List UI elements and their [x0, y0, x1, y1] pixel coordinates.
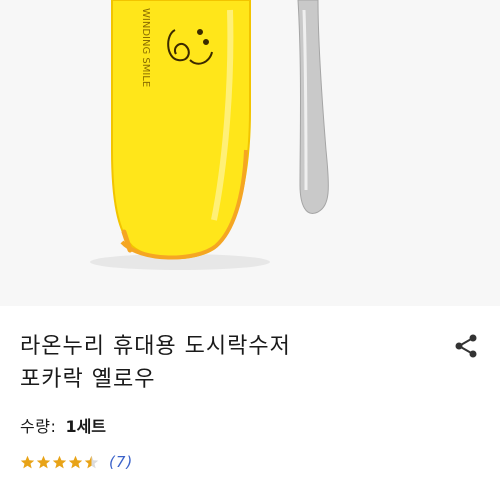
product-title-line2: 포카락 옐로우 — [20, 367, 156, 392]
svg-text:WINDING SMILE: WINDING SMILE — [140, 8, 151, 87]
quantity-label: 수량: — [20, 417, 57, 436]
product-title: 라온누리 휴대용 도시락수저 포카락 옐로우 — [20, 330, 440, 396]
star-icon — [20, 455, 35, 468]
star-rating — [20, 455, 99, 470]
review-count-link[interactable]: (7) — [109, 453, 133, 471]
star-icon — [52, 455, 67, 468]
quantity-info: 수량: 1세트 — [20, 413, 106, 437]
star-icon — [68, 455, 83, 468]
star-icon — [84, 455, 99, 468]
quantity-value: 1세트 — [65, 417, 107, 436]
star-icon — [36, 455, 51, 468]
rating-row[interactable]: (7) — [20, 453, 133, 471]
product-image[interactable]: WINDING SMILE — [0, 0, 500, 306]
share-icon — [455, 334, 477, 358]
share-button[interactable] — [452, 332, 480, 360]
product-photo: WINDING SMILE — [0, 0, 500, 306]
product-title-line1: 라온누리 휴대용 도시락수저 — [20, 334, 291, 359]
